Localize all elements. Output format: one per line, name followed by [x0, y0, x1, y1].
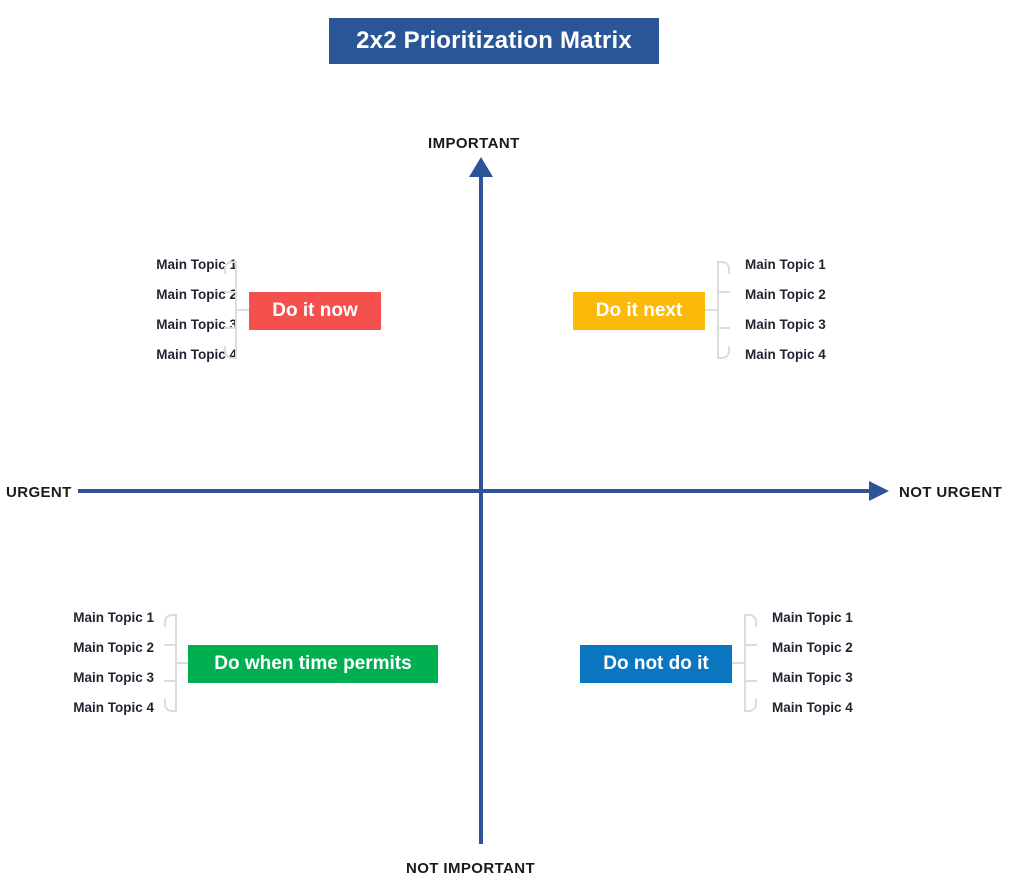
list-item[interactable]: Main Topic 4 — [772, 693, 853, 723]
action-box-label: Do when time permits — [214, 653, 412, 674]
list-item[interactable]: Main Topic 2 — [772, 633, 853, 663]
list-item[interactable]: Main Topic 2 — [745, 280, 826, 310]
bracket-connector — [705, 261, 739, 359]
bracket-corner-top — [224, 261, 237, 274]
bracket-stub — [224, 291, 235, 293]
axis-label-important: IMPORTANT — [428, 135, 520, 152]
bracket-corner-bottom — [744, 699, 757, 712]
list-item[interactable]: Main Topic 1 — [745, 250, 826, 280]
bracket-corner-top — [164, 614, 177, 627]
bracket-stub — [746, 644, 757, 646]
list-item[interactable]: Main Topic 4 — [73, 693, 154, 723]
bracket-corner-top — [717, 261, 730, 274]
bracket-stub — [719, 291, 730, 293]
bracket-center-stub — [235, 309, 249, 311]
axis-label-not-urgent: NOT URGENT — [899, 484, 1003, 501]
bracket-stub — [164, 644, 175, 646]
list-item[interactable]: Main Topic 3 — [73, 663, 154, 693]
topic-list: Main Topic 1 Main Topic 2 Main Topic 3 M… — [73, 603, 154, 723]
list-item[interactable]: Main Topic 1 — [772, 603, 853, 633]
list-item[interactable]: Main Topic 4 — [745, 340, 826, 370]
bracket-stub — [224, 327, 235, 329]
action-box-do-when-time-permits[interactable]: Do when time permits — [188, 645, 438, 683]
action-box-do-not-do-it[interactable]: Do not do it — [580, 645, 732, 683]
list-item[interactable]: Main Topic 3 — [745, 310, 826, 340]
action-box-label: Do not do it — [603, 653, 709, 674]
list-item[interactable]: Main Topic 3 — [772, 663, 853, 693]
bracket-connector — [732, 614, 766, 712]
diagram-title-banner: 2x2 Prioritization Matrix — [329, 18, 659, 64]
bracket-center-stub — [705, 309, 719, 311]
bracket-corner-top — [744, 614, 757, 627]
topic-list: Main Topic 1 Main Topic 2 Main Topic 3 M… — [745, 250, 826, 370]
right-arrow-icon — [869, 481, 889, 501]
action-box-do-it-next[interactable]: Do it next — [573, 292, 705, 330]
list-item[interactable]: Main Topic 2 — [73, 633, 154, 663]
bracket-stub — [746, 680, 757, 682]
bracket-center-stub — [175, 662, 189, 664]
prioritization-matrix-canvas: 2x2 Prioritization Matrix IMPORTANT NOT … — [0, 0, 1011, 896]
vertical-axis-line — [479, 172, 483, 844]
action-box-label: Do it now — [272, 300, 358, 321]
bracket-corner-bottom — [164, 699, 177, 712]
action-box-label: Do it next — [595, 300, 683, 321]
horizontal-axis-line — [78, 489, 873, 493]
bracket-stub — [164, 680, 175, 682]
axis-label-urgent: URGENT — [6, 484, 72, 501]
diagram-title-text: 2x2 Prioritization Matrix — [356, 27, 632, 54]
bracket-stub — [719, 327, 730, 329]
bracket-connector — [155, 614, 189, 712]
bracket-corner-bottom — [224, 346, 237, 359]
bracket-connector — [215, 261, 249, 359]
bracket-center-stub — [732, 662, 746, 664]
action-box-do-it-now[interactable]: Do it now — [249, 292, 381, 330]
bracket-corner-bottom — [717, 346, 730, 359]
topic-list: Main Topic 1 Main Topic 2 Main Topic 3 M… — [772, 603, 853, 723]
list-item[interactable]: Main Topic 1 — [73, 603, 154, 633]
axis-label-not-important: NOT IMPORTANT — [406, 860, 536, 877]
up-arrow-icon — [469, 157, 493, 177]
